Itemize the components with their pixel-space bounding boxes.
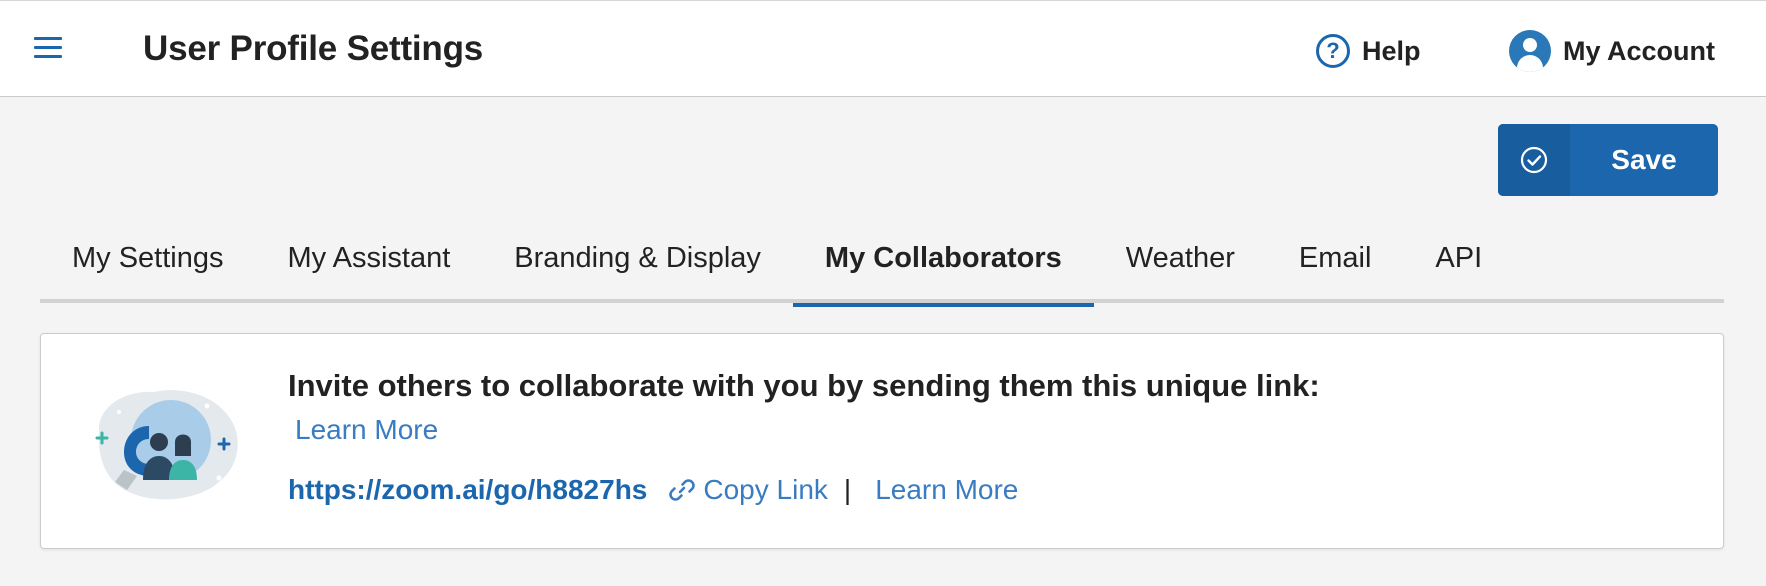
tab-branding-display[interactable]: Branding & Display <box>482 228 793 303</box>
tab-email[interactable]: Email <box>1267 228 1404 303</box>
invite-instructions: Invite others to collaborate with you by… <box>288 368 1320 403</box>
copy-link-label: Copy Link <box>703 474 828 505</box>
chain-link-icon <box>669 479 696 501</box>
copy-link-button[interactable]: Copy Link <box>669 474 828 506</box>
settings-tabs: My Settings My Assistant Branding & Disp… <box>40 228 1724 307</box>
unique-invite-link[interactable]: https://zoom.ai/go/h8827hs <box>288 474 647 506</box>
user-avatar-icon <box>1509 30 1551 72</box>
save-button[interactable]: Save <box>1498 124 1718 196</box>
learn-more-link-secondary[interactable]: Learn More <box>875 474 1018 506</box>
hamburger-menu-icon[interactable] <box>34 37 62 61</box>
question-circle-icon: ? <box>1316 34 1350 68</box>
link-separator: | <box>843 474 852 505</box>
save-label: Save <box>1611 144 1677 175</box>
page-title: User Profile Settings <box>143 29 484 68</box>
learn-more-link[interactable]: Learn More <box>295 414 438 446</box>
tab-api[interactable]: API <box>1403 228 1514 303</box>
check-circle-icon <box>1498 124 1570 196</box>
tab-my-assistant[interactable]: My Assistant <box>256 228 483 303</box>
share-link-row: https://zoom.ai/go/h8827hs Copy Link | L… <box>288 474 1018 506</box>
tab-my-settings[interactable]: My Settings <box>40 228 256 303</box>
account-label: My Account <box>1563 35 1716 66</box>
collaborators-magnet-illustration <box>79 382 249 504</box>
tab-weather[interactable]: Weather <box>1094 228 1267 303</box>
top-header: User Profile Settings ? Help My Account <box>0 0 1766 97</box>
collaborators-card: Invite others to collaborate with you by… <box>40 333 1724 549</box>
tab-my-collaborators[interactable]: My Collaborators <box>792 228 1094 307</box>
my-account-button[interactable]: My Account <box>1509 29 1715 73</box>
help-button[interactable]: ? Help <box>1316 31 1421 71</box>
help-label: Help <box>1362 35 1421 66</box>
